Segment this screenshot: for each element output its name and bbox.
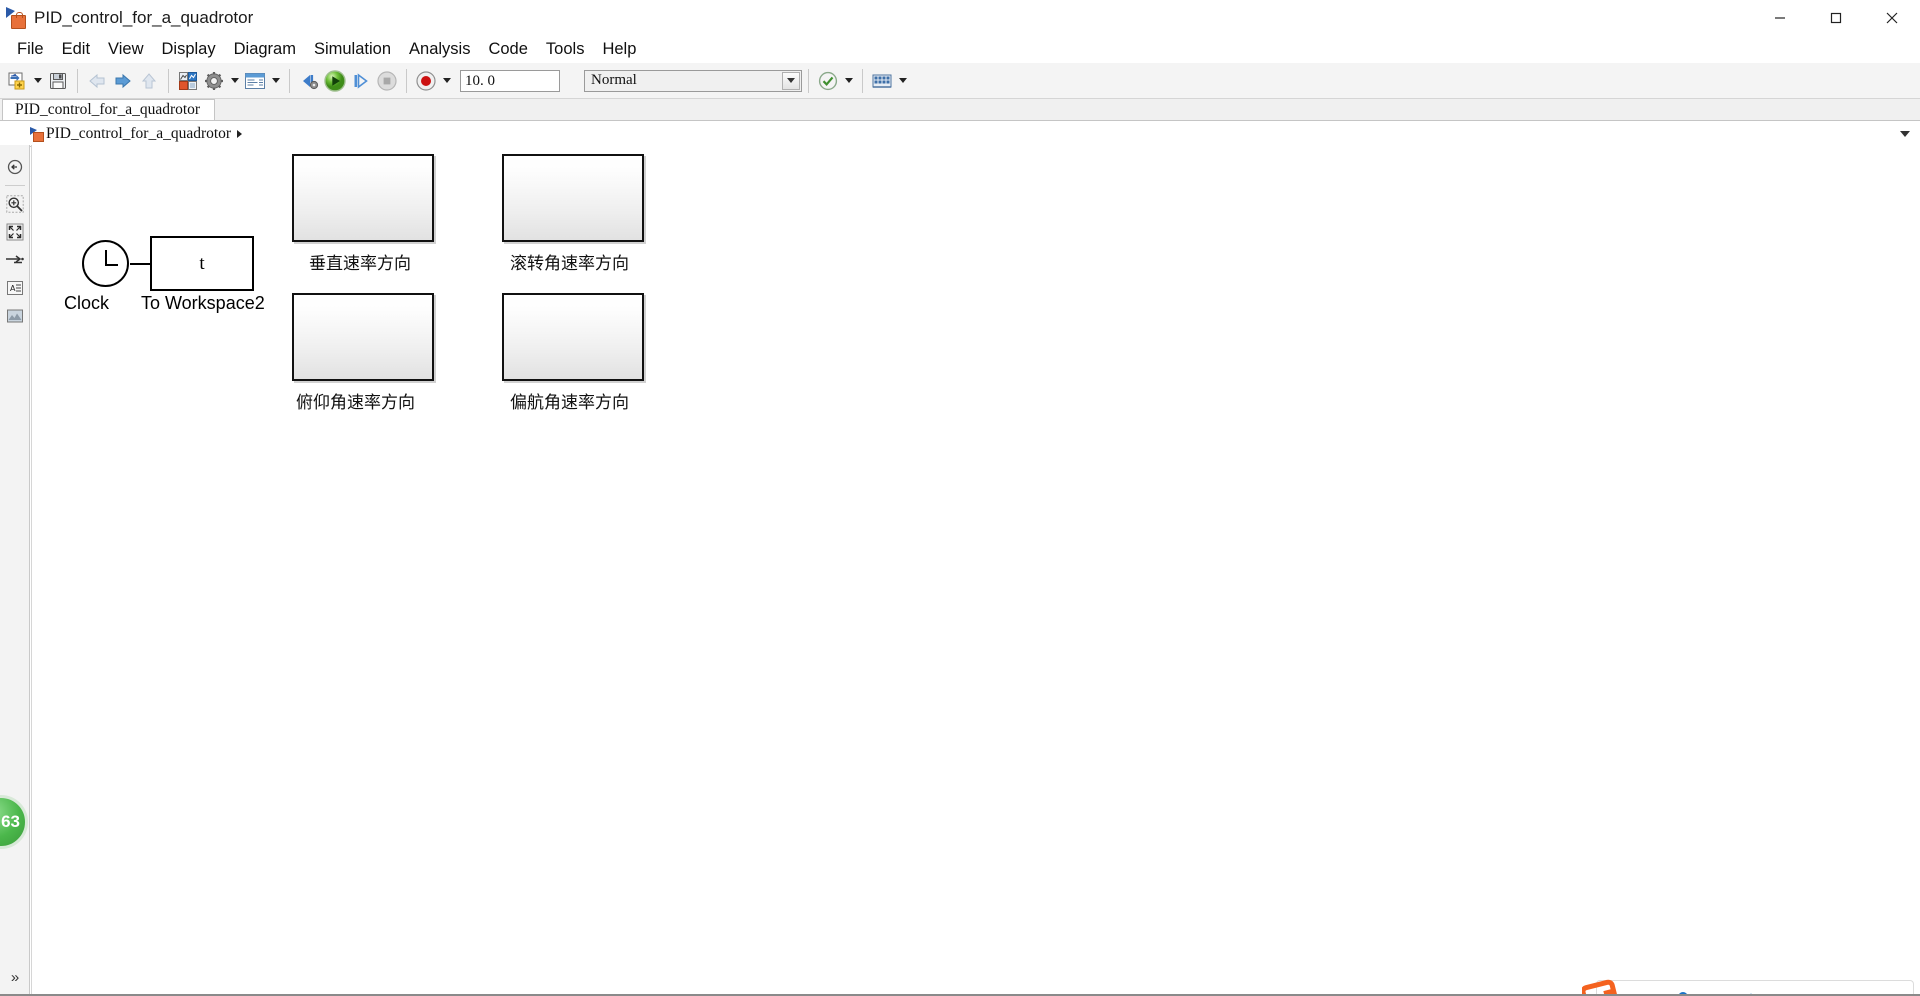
step-back-button[interactable] <box>296 67 322 95</box>
build-model-dropdown[interactable] <box>895 67 910 95</box>
scope-label-vertical-rate: 垂直速率方向 <box>309 254 411 274</box>
scope-label-yaw-rate: 偏航角速率方向 <box>510 393 629 413</box>
build-model-button[interactable] <box>869 67 895 95</box>
model-explorer-button[interactable] <box>242 67 268 95</box>
chevron-down-icon <box>442 78 451 83</box>
rail-divider <box>4 185 25 186</box>
new-model-dropdown[interactable] <box>30 67 45 95</box>
stop-button[interactable] <box>374 67 400 95</box>
back-button[interactable] <box>84 67 110 95</box>
chevron-down-icon <box>230 78 239 83</box>
breadcrumb-path[interactable]: PID_control_for_a_quadrotor <box>46 125 231 143</box>
rail-expand-button[interactable]: » <box>0 969 30 986</box>
clock-block-label: Clock <box>64 293 110 313</box>
up-to-parent-button[interactable] <box>136 67 162 95</box>
window-controls <box>1752 0 1920 36</box>
simulation-mode-value: Normal <box>591 72 637 88</box>
menu-bar: File Edit View Display Diagram Simulatio… <box>0 36 1920 63</box>
scope-label-pitch-rate: 俯仰角速率方向 <box>296 393 415 413</box>
breadcrumb-separator-icon <box>237 129 243 138</box>
breadcrumb-dropdown-icon[interactable] <box>1900 130 1910 137</box>
clock-block[interactable] <box>82 240 129 287</box>
model-tab[interactable]: PID_control_for_a_quadrotor <box>2 99 216 120</box>
data-inspector-dropdown[interactable] <box>439 67 454 95</box>
chevron-down-icon <box>898 78 907 83</box>
menu-diagram[interactable]: Diagram <box>225 38 305 61</box>
menu-file[interactable]: File <box>8 38 53 61</box>
svg-text:A: A <box>10 284 16 293</box>
chevron-down-icon[interactable] <box>782 71 800 90</box>
toolbar-separator-5 <box>808 68 809 93</box>
to-workspace-block-label: To Workspace2 <box>141 293 265 313</box>
to-workspace-block[interactable]: t <box>150 236 254 291</box>
navigate-up-icon[interactable] <box>0 153 30 181</box>
close-button[interactable] <box>1864 0 1920 36</box>
library-browser-button[interactable] <box>175 67 201 95</box>
maximize-button[interactable] <box>1808 0 1864 36</box>
menu-code[interactable]: Code <box>479 38 536 61</box>
save-button[interactable] <box>45 67 71 95</box>
chevron-down-icon <box>844 78 853 83</box>
run-button[interactable] <box>322 67 348 95</box>
window-title: PID_control_for_a_quadrotor <box>34 8 254 27</box>
toolbar-separator-4 <box>406 68 407 93</box>
model-configuration-button[interactable] <box>201 67 227 95</box>
toolbar-separator-6 <box>862 68 863 93</box>
sogou-logo-icon[interactable] <box>1580 974 1622 996</box>
toolbar-separator-2 <box>168 68 169 93</box>
minimize-button[interactable] <box>1752 0 1808 36</box>
menu-tools[interactable]: Tools <box>537 38 594 61</box>
canvas-tool-rail: A » <box>0 145 30 996</box>
breadcrumb: PID_control_for_a_quadrotor <box>0 120 1920 147</box>
toolbar-separator-3 <box>289 68 290 93</box>
model-tab-strip: PID_control_for_a_quadrotor <box>0 99 1920 120</box>
title-bar: PID_control_for_a_quadrotor <box>0 0 1920 36</box>
menu-view[interactable]: View <box>99 38 152 61</box>
zoom-in-icon[interactable] <box>0 190 30 218</box>
simulink-model-icon <box>30 126 44 142</box>
signal-routing-icon[interactable] <box>0 246 30 274</box>
scope-block-vertical-rate[interactable] <box>292 154 434 242</box>
annotation-icon[interactable]: A <box>0 274 30 302</box>
simulation-mode-select[interactable]: Normal <box>584 69 802 92</box>
scope-block-pitch-rate[interactable] <box>292 293 434 381</box>
update-model-dropdown[interactable] <box>841 67 856 95</box>
scope-block-roll-rate[interactable] <box>502 154 644 242</box>
data-inspector-button[interactable] <box>413 67 439 95</box>
chevron-down-icon <box>271 78 280 83</box>
model-explorer-dropdown[interactable] <box>268 67 283 95</box>
menu-analysis[interactable]: Analysis <box>400 38 479 61</box>
new-model-button[interactable] <box>4 67 30 95</box>
menu-simulation[interactable]: Simulation <box>305 38 400 61</box>
scope-block-yaw-rate[interactable] <box>502 293 644 381</box>
menu-help[interactable]: Help <box>593 38 645 61</box>
simulink-model-icon <box>6 7 28 29</box>
fit-to-view-icon[interactable] <box>0 218 30 246</box>
scope-label-roll-rate: 滚转角速率方向 <box>510 254 629 274</box>
chevron-down-icon <box>33 78 42 83</box>
model-canvas[interactable]: Clock t To Workspace2 垂直速率方向 滚转角速率方向 俯仰角… <box>31 145 1920 996</box>
clock-hand-horizontal <box>105 264 118 266</box>
menu-display[interactable]: Display <box>153 38 225 61</box>
to-workspace-variable: t <box>199 252 205 274</box>
forward-button[interactable] <box>110 67 136 95</box>
toolbar: 10. 0 Normal <box>0 63 1920 99</box>
toolbar-separator <box>77 68 78 93</box>
step-forward-button[interactable] <box>348 67 374 95</box>
image-annotation-icon[interactable] <box>0 302 30 330</box>
menu-edit[interactable]: Edit <box>53 38 99 61</box>
update-model-button[interactable] <box>815 67 841 95</box>
model-configuration-dropdown[interactable] <box>227 67 242 95</box>
simulation-stop-time-input[interactable]: 10. 0 <box>460 69 560 92</box>
simulink-window: PID_control_for_a_quadrotor File Edit Vi… <box>0 0 1920 996</box>
